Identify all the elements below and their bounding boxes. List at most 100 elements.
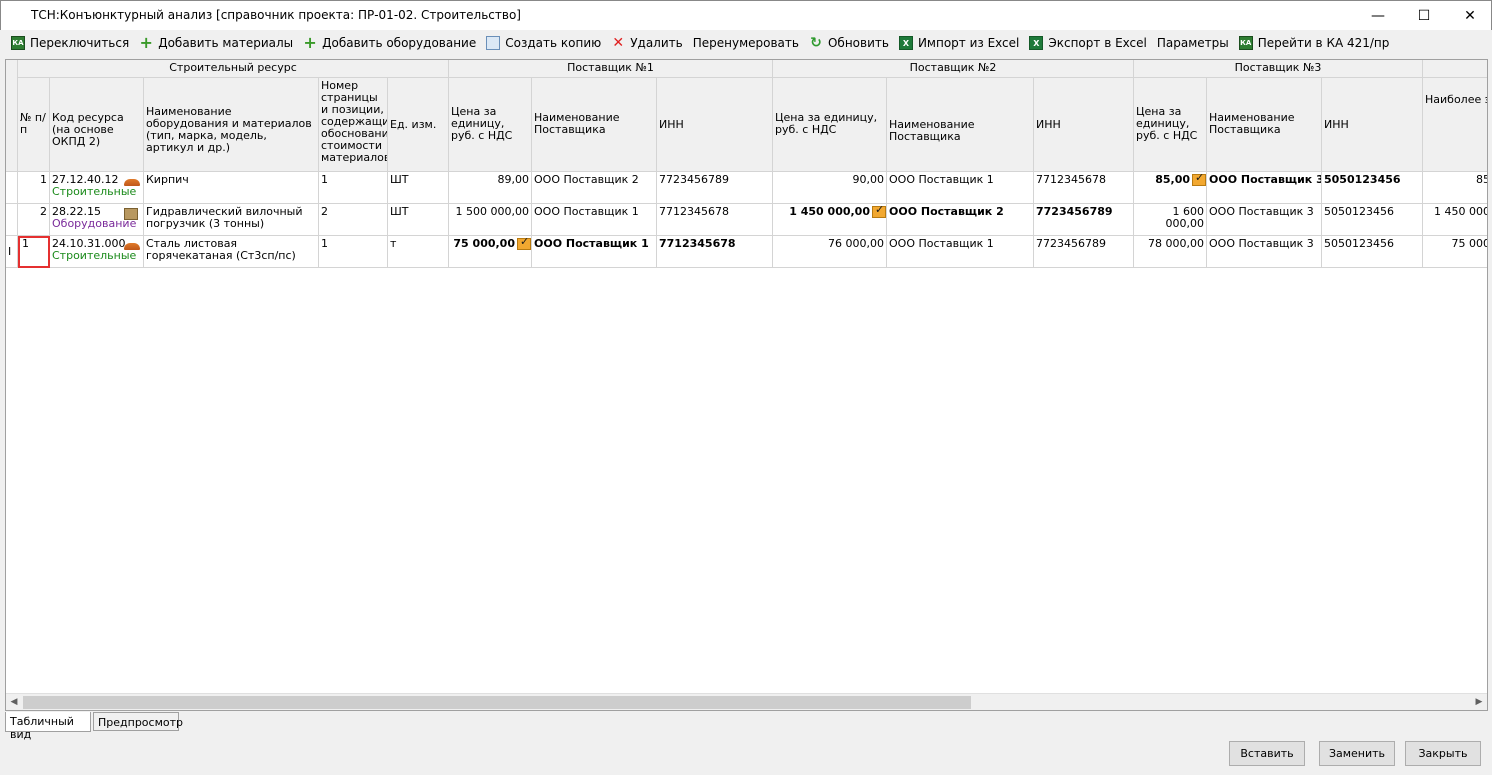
cell-s3-price[interactable]: 78 000,00	[1134, 236, 1207, 268]
cell-s3-inn[interactable]: 5050123456	[1322, 172, 1423, 204]
cell-s1-price[interactable]: 75 000,00	[449, 236, 532, 268]
cell-s1-price[interactable]: 89,00	[449, 172, 532, 204]
cell-s3-price[interactable]: 1 600 000,00	[1134, 204, 1207, 236]
cell-s3-name[interactable]: ООО Поставщик 3	[1207, 236, 1322, 268]
cell-best-price[interactable]: 75 000	[1423, 236, 1487, 268]
cell-page[interactable]: 1	[319, 172, 388, 204]
col-header-unit[interactable]: Ед. изм.	[388, 78, 449, 172]
renumber-button[interactable]: Перенумеровать	[689, 32, 803, 54]
add-equipment-button[interactable]: + Добавить оборудование	[299, 32, 480, 54]
import-excel-button[interactable]: X Импорт из Excel	[895, 32, 1023, 54]
tab-preview[interactable]: Предпросмотр	[93, 712, 183, 731]
row-indicator[interactable]: I	[6, 236, 18, 268]
export-label: Экспорт в Excel	[1048, 36, 1147, 50]
cell-s3-price[interactable]: 85,00	[1134, 172, 1207, 204]
scroll-left-icon[interactable]: ◀	[7, 696, 21, 709]
col-header-s3-name[interactable]: Наименование Поставщика	[1207, 78, 1322, 172]
cell-name[interactable]: Кирпич	[144, 172, 319, 204]
cell-code[interactable]: 28.22.15 Оборудование	[50, 204, 144, 236]
minimize-button[interactable]: —	[1355, 1, 1401, 31]
row-indicator[interactable]	[6, 172, 18, 204]
data-grid[interactable]: Строительный ресурс Поставщик №1 Поставщ…	[5, 59, 1488, 711]
export-excel-button[interactable]: X Экспорт в Excel	[1025, 32, 1151, 54]
cell-s3-inn[interactable]: 5050123456	[1322, 236, 1423, 268]
replace-button[interactable]: Заменить	[1319, 741, 1395, 766]
cell-s2-name[interactable]: ООО Поставщик 1	[887, 236, 1034, 268]
price-value: 75 000,00	[453, 237, 515, 250]
maximize-button[interactable]: ☐	[1401, 1, 1447, 31]
renumber-label: Перенумеровать	[692, 36, 799, 50]
cell-s3-name[interactable]: ООО Поставщик 3	[1207, 204, 1322, 236]
scroll-thumb[interactable]	[23, 696, 971, 709]
cell-s1-inn[interactable]: 7712345678	[657, 204, 773, 236]
params-button[interactable]: Параметры	[1153, 32, 1233, 54]
cell-s2-name[interactable]: ООО Поставщик 1	[887, 172, 1034, 204]
col-header-code[interactable]: Код ресурса (на основе ОКПД 2)	[50, 78, 144, 172]
tab-table-view[interactable]: Табличный вид	[5, 712, 91, 741]
cell-s1-inn[interactable]: 7712345678	[657, 236, 773, 268]
cell-num[interactable]: 1	[18, 172, 50, 204]
cell-page[interactable]: 1	[319, 236, 388, 268]
cell-s2-price[interactable]: 90,00	[773, 172, 887, 204]
goto-ka-button[interactable]: КА Перейти в КА 421/пр	[1235, 32, 1394, 54]
title-bar: ТСН:Конъюнктурный анализ [справочник про…	[0, 0, 1492, 30]
switch-button[interactable]: КА Переключиться	[7, 32, 133, 54]
cell-code[interactable]: 27.12.40.12 Строительные	[50, 172, 144, 204]
cell-s1-name[interactable]: ООО Поставщик 1	[532, 236, 657, 268]
scroll-right-icon[interactable]: ▶	[1472, 696, 1486, 709]
delete-button[interactable]: ✕ Удалить	[607, 32, 687, 54]
col-header-s2-price[interactable]: Цена за единицу, руб. с НДС	[773, 78, 887, 172]
cell-s2-inn[interactable]: 7723456789	[1034, 236, 1134, 268]
cell-s2-inn[interactable]: 7723456789	[1034, 204, 1134, 236]
row-indicator[interactable]	[6, 204, 18, 236]
cell-s1-price[interactable]: 1 500 000,00	[449, 204, 532, 236]
add-materials-button[interactable]: + Добавить материалы	[135, 32, 297, 54]
cell-best-price[interactable]: 85	[1423, 172, 1487, 204]
cell-best-price[interactable]: 1 450 000	[1423, 204, 1487, 236]
cell-s2-inn[interactable]: 7712345678	[1034, 172, 1134, 204]
cell-s1-name[interactable]: ООО Поставщик 1	[532, 204, 657, 236]
excel-icon: X	[898, 36, 913, 50]
col-header-s1-name[interactable]: Наименование Поставщика	[532, 78, 657, 172]
refresh-button[interactable]: ↻ Обновить	[805, 32, 893, 54]
cell-s1-inn[interactable]: 7723456789	[657, 172, 773, 204]
cell-unit[interactable]: ШТ	[388, 204, 449, 236]
cell-s2-price[interactable]: 1 450 000,00	[773, 204, 887, 236]
cell-unit[interactable]: т	[388, 236, 449, 268]
cell-num-editing[interactable]: 1	[18, 236, 50, 268]
equipment-crate-icon	[124, 208, 140, 222]
col-header-page[interactable]: Номер страницы и позиции, содержащие обо…	[319, 78, 388, 172]
close-button[interactable]: Закрыть	[1405, 741, 1481, 766]
ka-app-icon: КА	[11, 36, 25, 50]
goto-label: Перейти в КА 421/пр	[1257, 36, 1390, 50]
cell-code[interactable]: 24.10.31.000 Строительные	[50, 236, 144, 268]
col-header-s3-price[interactable]: Цена за единицу, руб. с НДС	[1134, 78, 1207, 172]
cell-unit[interactable]: ШТ	[388, 172, 449, 204]
cell-page[interactable]: 2	[319, 204, 388, 236]
cell-name[interactable]: Сталь листовая горячекатаная (Ст3сп/пс)	[144, 236, 319, 268]
cell-num[interactable]: 2	[18, 204, 50, 236]
params-label: Параметры	[1156, 36, 1229, 50]
col-header-name[interactable]: Наименование оборудования и материалов (…	[144, 78, 319, 172]
price-value: 1 450 000,00	[789, 205, 870, 218]
group-header-empty	[1423, 60, 1487, 78]
col-header-s1-price[interactable]: Цена за единицу, руб. с НДС	[449, 78, 532, 172]
horizontal-scrollbar[interactable]: ◀ ▶	[6, 693, 1487, 710]
col-header-num[interactable]: № п/п	[18, 78, 50, 172]
cell-s3-inn[interactable]: 5050123456	[1322, 204, 1423, 236]
col-header-s2-inn[interactable]: ИНН	[1034, 78, 1134, 172]
cell-name[interactable]: Гидравлический вилочный погрузчик (3 тон…	[144, 204, 319, 236]
copy-button[interactable]: Создать копию	[482, 32, 605, 54]
col-header-s2-name[interactable]: Наименование Поставщика	[887, 78, 1034, 172]
best-price-check-icon	[872, 204, 886, 218]
insert-button[interactable]: Вставить	[1229, 741, 1305, 766]
col-header-s3-inn[interactable]: ИНН	[1322, 78, 1423, 172]
cell-s2-price[interactable]: 76 000,00	[773, 236, 887, 268]
cell-s1-name[interactable]: ООО Поставщик 2	[532, 172, 657, 204]
cell-s3-name[interactable]: ООО Поставщик 3	[1207, 172, 1322, 204]
col-header-s1-inn[interactable]: ИНН	[657, 78, 773, 172]
close-window-button[interactable]: ✕	[1447, 1, 1492, 31]
cell-s2-name[interactable]: ООО Поставщик 2	[887, 204, 1034, 236]
col-header-best-price[interactable]: Наиболее экономичная цена за единицу, ру…	[1423, 78, 1487, 172]
ka-app-icon: КА	[1238, 36, 1253, 50]
